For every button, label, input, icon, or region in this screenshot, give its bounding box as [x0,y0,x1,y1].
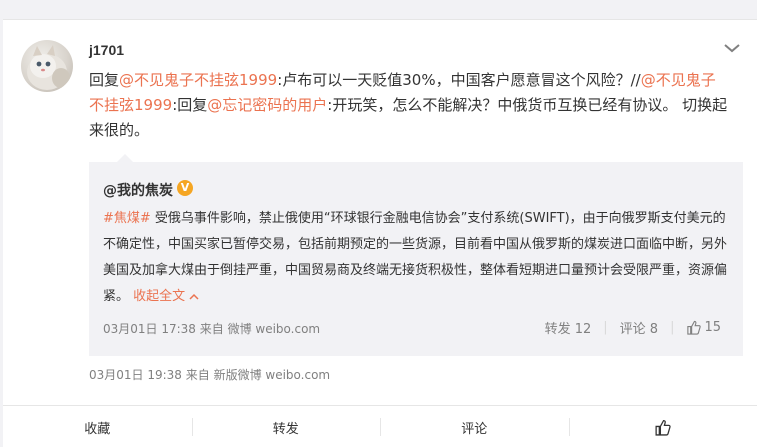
action-bar: 收藏 转发 评论 [3,405,757,447]
favorite-label: 收藏 [84,421,111,437]
favorite-button[interactable]: 收藏 [3,406,192,447]
repost-like-count: 15 [704,320,721,335]
repost-text: #焦煤# 受俄乌事件影响，禁止俄使用“环球银行金融电信协会”支付系统(SWIFT… [103,206,733,310]
repost-forward-button[interactable]: 转发 12 [545,318,592,337]
forward-button[interactable]: 转发 [191,406,381,447]
repost-box[interactable]: @我的焦炭 V #焦煤# 受俄乌事件影响，禁止俄使用“环球银行金融电信协会”支付… [89,154,743,356]
chevron-down-icon[interactable] [723,42,741,54]
reply-prefix: 回复 [89,71,120,89]
post-text: 回复@不见鬼子不挂弦1999:卢布可以一天贬值30%，中国客户愿意冒这个风险？/… [89,68,729,143]
repost-notch [117,154,133,162]
repost-author[interactable]: @我的焦炭 [103,180,173,200]
avatar[interactable] [21,40,73,92]
post-text-segment: :卢布可以一天贬值30%，中国客户愿意冒这个风险？// [277,71,641,89]
repost-comment-button[interactable]: 评论 8 [620,318,658,337]
post-meta[interactable]: 03月01日 19:38 来自 新版微博 weibo.com [89,366,330,383]
collapse-label: 收起全文 [133,289,186,304]
cat-avatar-icon [27,45,70,90]
verified-badge-icon: V [177,180,193,196]
repost-meta[interactable]: 03月01日 17:38 来自 微博 weibo.com [103,320,320,337]
weibo-post-card: j1701 回复@不见鬼子不挂弦1999:卢布可以一天贬值30%，中国客户愿意冒… [3,19,757,447]
repost-actions: 转发 12 | 评论 8 | 15 [545,318,721,337]
topic-link[interactable]: #焦煤# [103,211,151,226]
divider: | [670,320,675,335]
comment-label: 评论 [461,421,488,437]
mention-link[interactable]: @不见鬼子不挂弦1999 [119,71,277,89]
divider: | [603,320,608,335]
chevron-up-icon [189,293,199,300]
like-button[interactable] [568,406,757,447]
username[interactable]: j1701 [89,42,124,58]
comment-button[interactable]: 评论 [380,406,569,447]
thumbs-up-icon [687,320,702,335]
post-text-segment: :回复 [172,96,208,114]
collapse-button[interactable]: 收起全文 [133,289,199,304]
repost-like-button[interactable]: 15 [686,320,721,335]
thumbs-up-icon [655,419,671,436]
mention-link[interactable]: @忘记密码的用户 [207,96,327,114]
forward-label: 转发 [272,421,299,437]
